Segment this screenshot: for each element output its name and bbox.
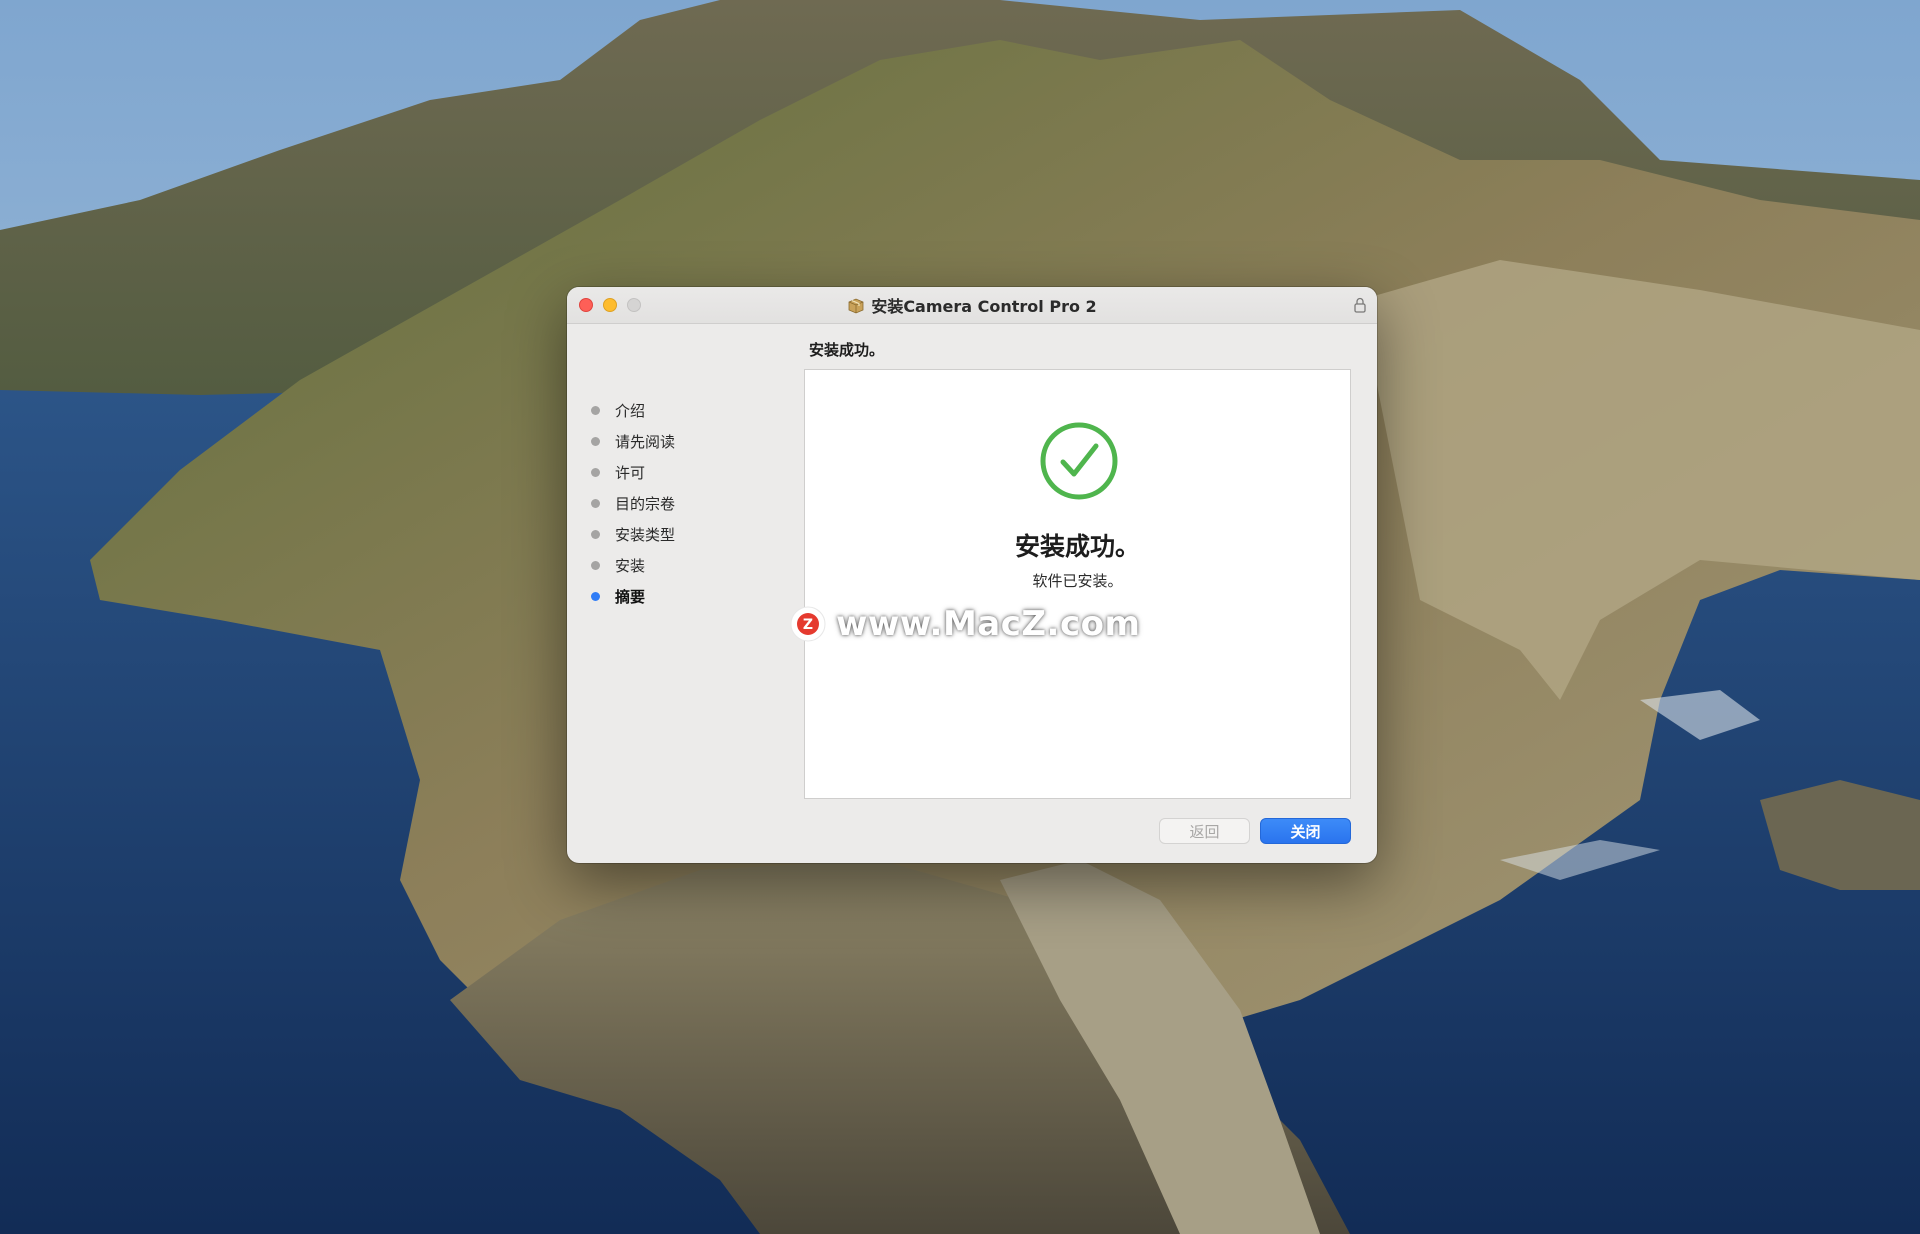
window-title-group: 安装Camera Control Pro 2: [567, 287, 1377, 323]
step-label: 许可: [615, 464, 646, 482]
macz-logo-icon: Z: [790, 606, 826, 642]
step-label: 安装: [615, 557, 646, 575]
step-destination: 目的宗卷: [591, 488, 675, 519]
step-indicator-dot: [591, 561, 600, 570]
watermark-text: www.MacZ.com: [836, 604, 1141, 644]
desktop: 安装Camera Control Pro 2 安装成功。 介绍 请先阅读 许可: [0, 0, 1920, 1234]
step-installation-type: 安装类型: [591, 519, 675, 550]
step-label: 请先阅读: [615, 433, 676, 451]
step-label: 摘要: [615, 588, 646, 606]
title-bar[interactable]: 安装Camera Control Pro 2: [567, 287, 1377, 324]
macz-logo-letter: Z: [803, 617, 813, 633]
lock-icon[interactable]: [1353, 296, 1367, 314]
step-indicator-dot-active: [591, 592, 600, 601]
step-label: 介绍: [615, 402, 646, 420]
close-button[interactable]: 关闭: [1260, 818, 1351, 844]
installer-window: 安装Camera Control Pro 2 安装成功。 介绍 请先阅读 许可: [567, 287, 1377, 863]
success-checkmark-icon: [1040, 422, 1118, 500]
step-read-me: 请先阅读: [591, 426, 675, 457]
step-indicator-dot: [591, 437, 600, 446]
success-subtitle: 软件已安装。: [1032, 572, 1123, 590]
step-indicator-dot: [591, 499, 600, 508]
page-heading: 安装成功。: [809, 341, 885, 359]
content-panel: 安装成功。 软件已安装。 Z www.MacZ.com: [790, 369, 1351, 799]
step-indicator-dot: [591, 468, 600, 477]
back-button[interactable]: 返回: [1159, 818, 1250, 844]
step-indicator-dot: [591, 406, 600, 415]
package-icon: [848, 298, 864, 314]
step-indicator-dot: [591, 530, 600, 539]
step-summary: 摘要: [591, 581, 675, 612]
step-label: 安装类型: [615, 526, 676, 544]
window-title: 安装Camera Control Pro 2: [871, 297, 1097, 316]
success-title: 安装成功。: [1014, 532, 1140, 561]
step-intro: 介绍: [591, 395, 675, 426]
step-label: 目的宗卷: [615, 495, 676, 513]
installer-steps-list: 介绍 请先阅读 许可 目的宗卷 安装类型 安装 摘要: [591, 395, 675, 612]
step-install: 安装: [591, 550, 675, 581]
watermark: Z www.MacZ.com: [790, 604, 1140, 644]
step-license: 许可: [591, 457, 675, 488]
